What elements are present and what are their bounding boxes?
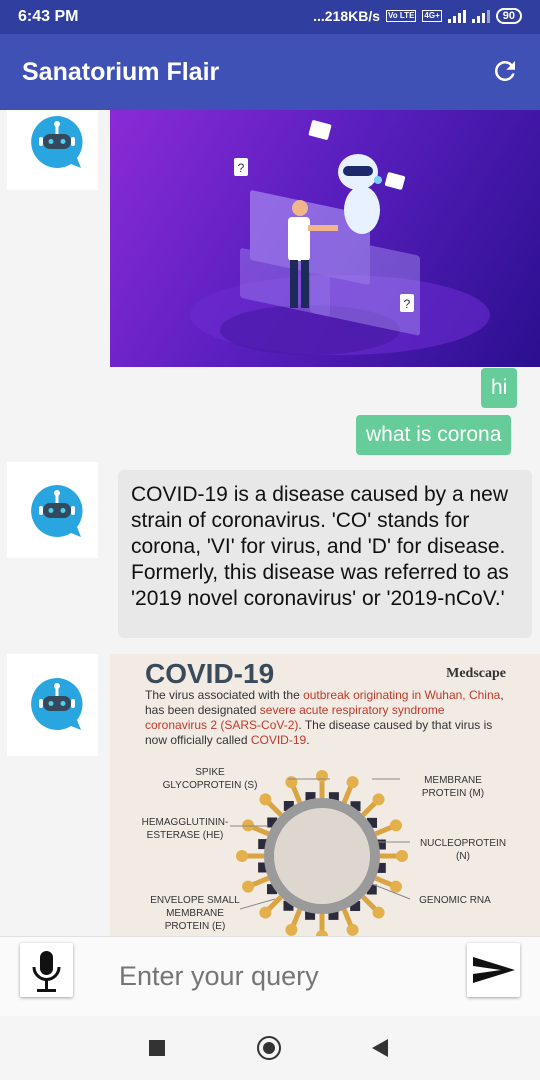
bot-message-bubble: COVID-19 is a disease caused by a new st… [118, 470, 532, 638]
network-speed: ...218KB/s [313, 8, 381, 24]
bot-avatar [7, 110, 98, 190]
status-bar: 6:43 PM ...218KB/s Vo LTE 4G+ 90 [0, 0, 540, 34]
app-bar: Sanatorium Flair [0, 34, 540, 110]
status-icons: ...218KB/s Vo LTE 4G+ 90 [313, 8, 522, 24]
battery-icon: 90 [495, 8, 522, 24]
send-button[interactable] [467, 943, 520, 997]
microphone-icon [32, 951, 61, 992]
user-message-bubble: hi [481, 368, 518, 408]
back-icon[interactable] [372, 1039, 388, 1057]
chat-area[interactable]: ? ? hi what is corona COVID-19 is a dise… [0, 110, 540, 936]
bot-avatar [7, 462, 98, 558]
label-spike: SPIKE GLYCOPROTEIN (S) [162, 767, 258, 791]
signal-icon-2 [471, 9, 490, 23]
svg-text:?: ? [238, 161, 245, 175]
label-nucleoprotein: NUCLEOPROTEIN (N) [419, 838, 507, 862]
chatbot-illustration-image: ? ? [110, 110, 540, 367]
covid-infographic-image: COVID-19 Medscape The virus associated w… [110, 654, 540, 936]
label-he: HEMAGGLUTININ-ESTERASE (HE) [141, 817, 229, 841]
volte-icon: Vo LTE [386, 10, 417, 22]
chatbot-icon [31, 116, 83, 168]
status-time: 6:43 PM [18, 8, 79, 25]
send-icon [473, 957, 515, 983]
user-message-bubble: what is corona [356, 415, 512, 455]
query-input[interactable] [117, 957, 451, 995]
bot-avatar [7, 654, 98, 756]
chatbot-icon [31, 678, 83, 730]
input-bar [0, 936, 540, 1017]
signal-icon [447, 9, 466, 23]
label-envelope: ENVELOPE SMALL MEMBRANE PROTEIN (E) [150, 895, 240, 932]
chatbot-icon [31, 485, 83, 537]
recents-icon[interactable] [149, 1040, 165, 1056]
label-membrane: MEMBRANE PROTEIN (M) [421, 775, 485, 799]
app-title: Sanatorium Flair [22, 58, 220, 86]
network-type-icon: 4G+ [422, 10, 442, 22]
label-genomic-rna: GENOMIC RNA [419, 895, 491, 906]
home-icon[interactable] [257, 1036, 281, 1060]
svg-text:?: ? [404, 297, 411, 311]
refresh-icon[interactable] [490, 56, 520, 86]
mic-button[interactable] [20, 943, 73, 997]
system-nav-bar [0, 1016, 540, 1080]
